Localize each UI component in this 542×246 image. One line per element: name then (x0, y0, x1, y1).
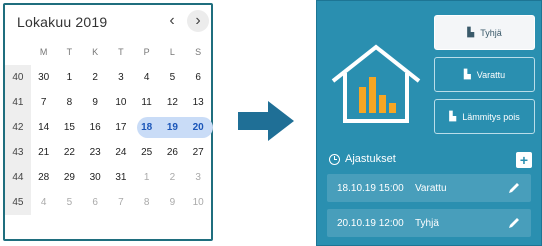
week-number: 44 (5, 165, 31, 190)
house-chart-icon (331, 44, 421, 123)
day-cell[interactable]: 10 (108, 92, 134, 114)
day-cell[interactable]: 14 (31, 117, 57, 139)
calendar-grid: M T K T P L S 40 30 1 2 3 4 5 6 41 7 8 9… (5, 39, 213, 215)
day-cell-other-month[interactable]: 4 (31, 192, 57, 214)
room-status-panel: ▙ Tyhjä ▙ Varattu ▙ Lämmitys pois Ajastu… (316, 0, 542, 246)
day-cell-other-month[interactable]: 7 (108, 192, 134, 214)
day-cell[interactable]: 27 (185, 142, 211, 164)
day-cell-other-month[interactable]: 1 (134, 167, 160, 189)
day-cell[interactable]: 24 (108, 142, 134, 164)
day-cell-other-month[interactable]: 10 (185, 192, 211, 214)
day-cell[interactable]: 7 (31, 92, 57, 114)
mode-button-label: Tyhjä (480, 27, 502, 38)
calendar: Lokakuu 2019 ‹ › M T K T P L S 40 30 1 2… (3, 3, 213, 241)
day-cell-selected[interactable]: 20 (185, 117, 211, 139)
day-cell[interactable]: 30 (82, 167, 108, 189)
chart-icon: ▙ (463, 69, 471, 79)
weeknum-header (5, 40, 31, 65)
weekday-label: P (143, 47, 150, 57)
day-cell[interactable]: 23 (82, 142, 108, 164)
day-cell-other-month[interactable]: 2 (160, 167, 186, 189)
weekday-label: T (118, 47, 124, 57)
week-number: 40 (5, 65, 31, 90)
day-cell[interactable]: 1 (57, 67, 83, 89)
day-cell[interactable]: 29 (57, 167, 83, 189)
schedule-item[interactable]: 18.10.19 15:00 Varattu (327, 174, 531, 202)
weekday-header-row: M T K T P L S (5, 39, 211, 65)
day-cell[interactable]: 2 (82, 67, 108, 89)
day-cell[interactable]: 5 (160, 67, 186, 89)
day-cell[interactable]: 9 (82, 92, 108, 114)
day-cell[interactable]: 15 (57, 117, 83, 139)
calendar-week-row: 42 14 15 16 17 18 19 20 (5, 115, 213, 140)
day-cell-selected[interactable]: 18 (134, 117, 160, 139)
chart-icon: ▙ (449, 111, 457, 121)
schedule-date: 18.10.19 15:00 (337, 182, 404, 194)
weekday-label: T (66, 47, 73, 57)
day-cell[interactable]: 13 (185, 92, 211, 114)
day-cell[interactable]: 22 (57, 142, 83, 164)
day-cell[interactable]: 26 (160, 142, 186, 164)
day-cell[interactable]: 25 (134, 142, 160, 164)
schedule-item[interactable]: 20.10.19 12:00 Tyhjä (327, 209, 531, 237)
chevron-right-icon: › (195, 12, 201, 29)
clock-icon (329, 153, 340, 165)
calendar-week-row: 41 7 8 9 10 11 12 13 (5, 90, 211, 115)
weekday-label: L (169, 47, 175, 57)
day-cell[interactable]: 11 (134, 92, 160, 114)
calendar-week-row: 43 21 22 23 24 25 26 27 (5, 140, 211, 165)
chevron-left-icon: ‹ (169, 12, 175, 29)
day-cell[interactable]: 28 (31, 167, 57, 189)
schedule-title: Ajastukset (345, 153, 396, 165)
day-cell-other-month[interactable]: 6 (82, 192, 108, 214)
day-cell[interactable]: 21 (31, 142, 57, 164)
add-schedule-button[interactable]: + (516, 152, 532, 168)
week-number: 42 (5, 115, 31, 140)
weekday-label: S (195, 47, 202, 57)
day-cell-other-month[interactable]: 5 (57, 192, 83, 214)
schedule-date: 20.10.19 12:00 (337, 217, 404, 229)
next-month-button[interactable]: › (187, 10, 209, 32)
day-cell[interactable]: 8 (57, 92, 83, 114)
mode-button-occupied[interactable]: ▙ Varattu (434, 57, 535, 92)
day-cell-other-month[interactable]: 8 (134, 192, 160, 214)
day-cell[interactable]: 4 (134, 67, 160, 89)
calendar-week-row: 40 30 1 2 3 4 5 6 (5, 65, 211, 90)
weekday-label: M (39, 47, 48, 57)
prev-month-button[interactable]: ‹ (161, 10, 183, 32)
calendar-header: Lokakuu 2019 ‹ › (5, 5, 211, 39)
schedule-status: Tyhjä (415, 217, 439, 229)
week-number: 43 (5, 140, 31, 165)
day-cell-other-month[interactable]: 3 (185, 167, 211, 189)
calendar-week-row: 44 28 29 30 31 1 2 3 (5, 165, 211, 190)
mode-button-heating-off[interactable]: ▙ Lämmitys pois (434, 99, 535, 134)
mode-button-label: Varattu (476, 69, 506, 80)
day-cell[interactable]: 30 (31, 67, 57, 89)
arrow-right-icon (238, 101, 294, 141)
day-cell[interactable]: 3 (108, 67, 134, 89)
week-number: 41 (5, 90, 31, 115)
day-cell[interactable]: 17 (108, 117, 134, 139)
calendar-month-title: Lokakuu 2019 (17, 14, 108, 30)
day-cell-selected[interactable]: 19 (160, 117, 186, 139)
chart-icon: ▙ (467, 27, 475, 37)
weekday-label: K (92, 47, 99, 57)
pencil-icon[interactable] (507, 181, 521, 195)
schedule-header: Ajastukset (329, 151, 396, 167)
calendar-week-row: 45 4 5 6 7 8 9 10 (5, 190, 211, 215)
schedule-status: Varattu (415, 182, 447, 194)
day-cell[interactable]: 31 (108, 167, 134, 189)
day-cell[interactable]: 6 (185, 67, 211, 89)
mode-button-empty[interactable]: ▙ Tyhjä (434, 15, 535, 50)
mode-button-label: Lämmitys pois (462, 111, 520, 122)
day-cell[interactable]: 16 (82, 117, 108, 139)
week-number: 45 (5, 190, 31, 215)
pencil-icon[interactable] (507, 216, 521, 230)
day-cell-other-month[interactable]: 9 (160, 192, 186, 214)
day-cell[interactable]: 12 (160, 92, 186, 114)
